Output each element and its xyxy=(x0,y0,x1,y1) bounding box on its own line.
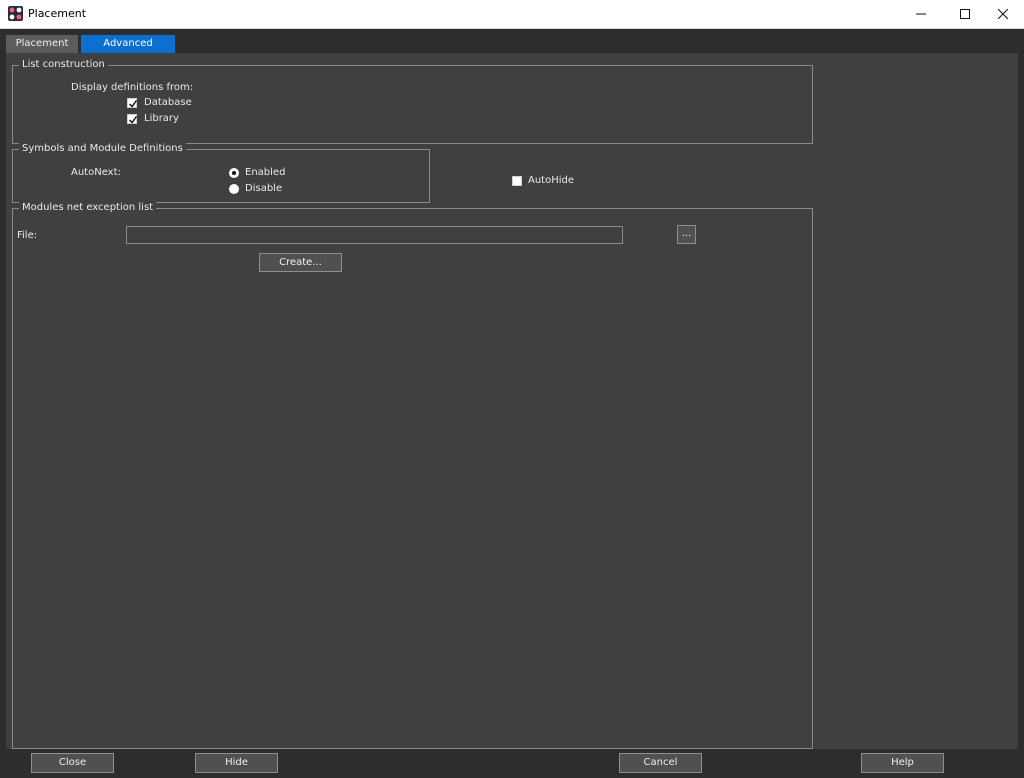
minimize-icon[interactable] xyxy=(898,0,944,28)
autonext-label: AutoNext: xyxy=(71,167,121,178)
check-icon xyxy=(129,100,138,108)
disable-label: Disable xyxy=(245,183,283,194)
hide-button[interactable]: Hide xyxy=(195,753,278,773)
enabled-label: Enabled xyxy=(245,167,286,178)
create-button[interactable]: Create... xyxy=(259,253,342,272)
database-label: Database xyxy=(144,97,192,108)
enabled-radio[interactable] xyxy=(229,168,239,178)
advanced-settings-panel: List construction Display definitions fr… xyxy=(6,53,1018,749)
title-bar: Placement xyxy=(0,0,1024,29)
library-checkbox[interactable] xyxy=(127,114,138,124)
tab-advanced-settings[interactable]: Advanced Settings xyxy=(81,35,175,67)
display-definitions-label: Display definitions from: xyxy=(71,82,194,93)
window-title: Placement xyxy=(28,7,87,20)
modules-net-exception-title: Modules net exception list xyxy=(19,202,157,214)
placement-app-icon xyxy=(8,6,23,21)
autohide-checkbox[interactable] xyxy=(512,176,522,186)
help-button[interactable]: Help xyxy=(861,753,944,773)
file-input[interactable] xyxy=(126,226,623,244)
browse-button[interactable]: ... xyxy=(677,225,696,244)
file-label: File: xyxy=(17,230,38,241)
cancel-button[interactable]: Cancel xyxy=(619,753,702,773)
tab-placement-list[interactable]: Placement List xyxy=(6,35,78,67)
symbols-module-definitions-title: Symbols and Module Definitions xyxy=(19,143,186,155)
database-checkbox[interactable] xyxy=(127,98,138,108)
check-icon xyxy=(129,116,138,124)
close-button[interactable]: Close xyxy=(31,753,114,773)
autohide-label: AutoHide xyxy=(528,175,575,186)
list-construction-title: List construction xyxy=(19,59,108,71)
modules-net-exception-group: Modules net exception list xyxy=(12,202,813,749)
close-icon[interactable] xyxy=(980,0,1024,28)
library-label: Library xyxy=(144,113,179,124)
disable-radio[interactable] xyxy=(229,184,239,194)
